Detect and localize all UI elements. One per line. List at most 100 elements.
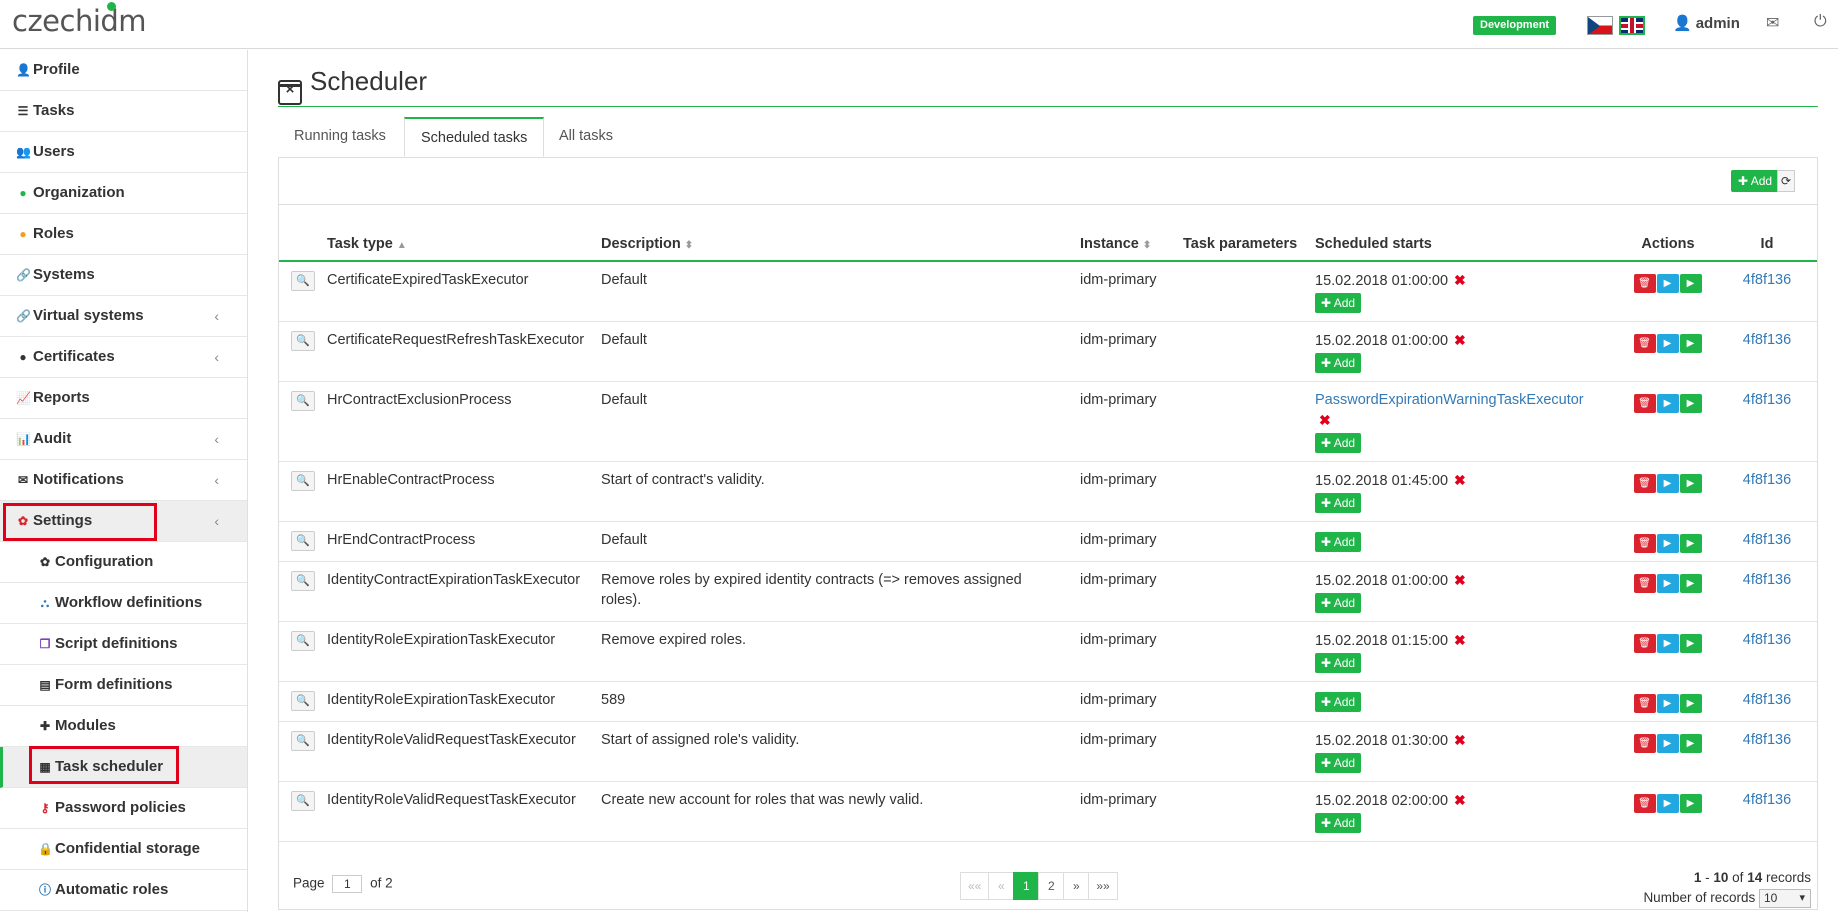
user-menu[interactable]: 👤 admin xyxy=(1673,14,1740,32)
english-flag-icon[interactable] xyxy=(1619,16,1645,35)
sidebar-item-profile[interactable]: 👤 Profile xyxy=(0,50,247,91)
sidebar-item-automatic-roles[interactable]: ⓘ Automatic roles xyxy=(0,870,247,911)
task-id-link[interactable]: 4f8f136 xyxy=(1743,792,1791,808)
remove-trigger-icon[interactable]: ✖ xyxy=(1454,792,1466,808)
task-detail-button[interactable]: 🔍 xyxy=(291,571,315,591)
sidebar-item-roles[interactable]: ● Roles xyxy=(0,214,247,255)
page-2-button[interactable]: 2 xyxy=(1038,872,1065,900)
sidebar-item-password-policies[interactable]: ⚷ Password policies xyxy=(0,788,247,829)
envelope-icon[interactable]: ✉ xyxy=(1766,13,1779,33)
dry-run-button[interactable]: ▶ xyxy=(1679,794,1702,813)
records-per-page-select[interactable]: 10 xyxy=(1759,889,1811,908)
add-trigger-button[interactable]: ✚ Add xyxy=(1315,692,1362,712)
sidebar-item-systems[interactable]: 🔗 Systems xyxy=(0,255,247,296)
sidebar-item-users[interactable]: 👥 Users xyxy=(0,132,247,173)
column-instance[interactable]: Instance ⬍ xyxy=(1072,205,1175,262)
task-id-link[interactable]: 4f8f136 xyxy=(1743,692,1791,708)
sidebar-item-confidential-storage[interactable]: 🔒 Confidential storage xyxy=(0,829,247,870)
power-icon[interactable]: ⏻ xyxy=(1814,13,1827,31)
run-button[interactable]: ▶ xyxy=(1656,574,1679,593)
task-detail-button[interactable]: 🔍 xyxy=(291,731,315,751)
task-detail-button[interactable]: 🔍 xyxy=(291,331,315,351)
dry-run-button[interactable]: ▶ xyxy=(1679,334,1702,353)
sidebar-item-virtual-systems[interactable]: 🔗 Virtual systems ‹ xyxy=(0,296,247,337)
run-button[interactable]: ▶ xyxy=(1656,534,1679,553)
delete-button[interactable]: 🗑 xyxy=(1633,274,1656,293)
remove-trigger-icon[interactable]: ✖ xyxy=(1319,412,1331,428)
add-trigger-button[interactable]: ✚ Add xyxy=(1315,353,1362,373)
task-detail-button[interactable]: 🔍 xyxy=(291,471,315,491)
delete-button[interactable]: 🗑 xyxy=(1633,334,1656,353)
tab-scheduled-tasks[interactable]: Scheduled tasks xyxy=(404,117,545,157)
sidebar-item-modules[interactable]: ✚ Modules xyxy=(0,706,247,747)
czech-flag-icon[interactable] xyxy=(1587,16,1613,35)
app-logo[interactable]: czech idm xyxy=(12,2,147,38)
dry-run-button[interactable]: ▶ xyxy=(1679,734,1702,753)
page-number-input[interactable]: 1 xyxy=(332,875,363,893)
dependent-task-link[interactable]: PasswordExpirationWarningTaskExecutor xyxy=(1315,392,1584,408)
refresh-button[interactable]: ⟳ xyxy=(1777,170,1795,192)
task-detail-button[interactable]: 🔍 xyxy=(291,531,315,551)
delete-button[interactable]: 🗑 xyxy=(1633,794,1656,813)
add-trigger-button[interactable]: ✚ Add xyxy=(1315,493,1362,513)
add-trigger-button[interactable]: ✚ Add xyxy=(1315,753,1362,773)
sidebar-item-form-definitions[interactable]: ▤ Form definitions xyxy=(0,665,247,706)
add-trigger-button[interactable]: ✚ Add xyxy=(1315,653,1362,673)
delete-button[interactable]: 🗑 xyxy=(1633,474,1656,493)
run-button[interactable]: ▶ xyxy=(1656,794,1679,813)
next-page-button[interactable]: » xyxy=(1063,872,1090,900)
sidebar-item-notifications[interactable]: ✉ Notifications ‹ xyxy=(0,460,247,501)
add-trigger-button[interactable]: ✚ Add xyxy=(1315,813,1362,833)
page-1-button[interactable]: 1 xyxy=(1013,872,1040,900)
run-button[interactable]: ▶ xyxy=(1656,334,1679,353)
remove-trigger-icon[interactable]: ✖ xyxy=(1454,572,1466,588)
remove-trigger-icon[interactable]: ✖ xyxy=(1454,472,1466,488)
sidebar-item-script-definitions[interactable]: ❐ Script definitions xyxy=(0,624,247,665)
run-button[interactable]: ▶ xyxy=(1656,474,1679,493)
dry-run-button[interactable]: ▶ xyxy=(1679,394,1702,413)
sidebar-item-tasks[interactable]: ☰ Tasks xyxy=(0,91,247,132)
delete-button[interactable]: 🗑 xyxy=(1633,734,1656,753)
run-button[interactable]: ▶ xyxy=(1656,274,1679,293)
last-page-button[interactable]: »» xyxy=(1088,872,1118,900)
task-detail-button[interactable]: 🔍 xyxy=(291,391,315,411)
task-detail-button[interactable]: 🔍 xyxy=(291,791,315,811)
column-task-type[interactable]: Task type ▲ xyxy=(319,205,593,262)
add-trigger-button[interactable]: ✚ Add xyxy=(1315,433,1362,453)
task-detail-button[interactable]: 🔍 xyxy=(291,271,315,291)
sidebar-item-certificates[interactable]: ● Certificates ‹ xyxy=(0,337,247,378)
dry-run-button[interactable]: ▶ xyxy=(1679,474,1702,493)
task-id-link[interactable]: 4f8f136 xyxy=(1743,632,1791,648)
run-button[interactable]: ▶ xyxy=(1656,694,1679,713)
run-button[interactable]: ▶ xyxy=(1656,734,1679,753)
delete-button[interactable]: 🗑 xyxy=(1633,694,1656,713)
sidebar-item-configuration[interactable]: ✿ Configuration xyxy=(0,542,247,583)
task-id-link[interactable]: 4f8f136 xyxy=(1743,472,1791,488)
dry-run-button[interactable]: ▶ xyxy=(1679,574,1702,593)
delete-button[interactable]: 🗑 xyxy=(1633,534,1656,553)
sidebar-item-organization[interactable]: ● Organization xyxy=(0,173,247,214)
remove-trigger-icon[interactable]: ✖ xyxy=(1454,332,1466,348)
sidebar-item-reports[interactable]: 📈 Reports xyxy=(0,378,247,419)
add-trigger-button[interactable]: ✚ Add xyxy=(1315,532,1362,552)
remove-trigger-icon[interactable]: ✖ xyxy=(1454,632,1466,648)
task-id-link[interactable]: 4f8f136 xyxy=(1743,572,1791,588)
first-page-button[interactable]: «« xyxy=(960,872,990,900)
add-trigger-button[interactable]: ✚ Add xyxy=(1315,593,1362,613)
add-task-button[interactable]: ✚ Add xyxy=(1731,170,1780,192)
dry-run-button[interactable]: ▶ xyxy=(1679,694,1702,713)
run-button[interactable]: ▶ xyxy=(1656,634,1679,653)
delete-button[interactable]: 🗑 xyxy=(1633,394,1656,413)
task-id-link[interactable]: 4f8f136 xyxy=(1743,392,1791,408)
sidebar-item-workflow-definitions[interactable]: ⛬ Workflow definitions xyxy=(0,583,247,624)
run-button[interactable]: ▶ xyxy=(1656,394,1679,413)
prev-page-button[interactable]: « xyxy=(988,872,1015,900)
task-id-link[interactable]: 4f8f136 xyxy=(1743,532,1791,548)
sidebar-item-audit[interactable]: 📊 Audit ‹ xyxy=(0,419,247,460)
remove-trigger-icon[interactable]: ✖ xyxy=(1454,272,1466,288)
task-detail-button[interactable]: 🔍 xyxy=(291,691,315,711)
task-id-link[interactable]: 4f8f136 xyxy=(1743,272,1791,288)
delete-button[interactable]: 🗑 xyxy=(1633,634,1656,653)
tab-all-tasks[interactable]: All tasks xyxy=(543,117,629,157)
remove-trigger-icon[interactable]: ✖ xyxy=(1454,732,1466,748)
